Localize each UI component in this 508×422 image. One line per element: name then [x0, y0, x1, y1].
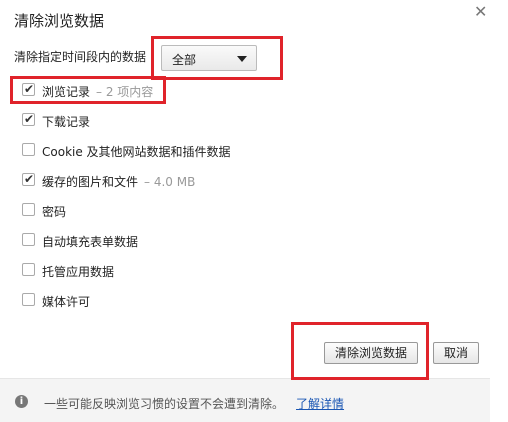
checkbox[interactable]: ✔ — [22, 112, 35, 126]
option-label: 自动填充表单数据 — [42, 235, 139, 249]
footer-notice-bar: i 一些可能反映浏览习惯的设置不会遭到清除。 了解详情 — [0, 378, 490, 422]
dialog-title: 清除浏览数据 — [14, 12, 105, 30]
checkmark-icon: ✔ — [24, 172, 35, 186]
checkbox[interactable] — [22, 233, 35, 246]
cancel-button[interactable]: 取消 — [433, 342, 479, 364]
highlight-box-time-range — [151, 36, 283, 80]
option-detail: – 4.0 MB — [144, 175, 196, 189]
option-label: Cookie 及其他网站数据和插件数据 — [42, 145, 231, 159]
checkbox[interactable] — [22, 293, 35, 306]
info-icon: i — [15, 395, 28, 408]
close-icon[interactable]: ✕ — [474, 4, 487, 20]
highlight-box-clear-button — [291, 322, 429, 380]
checkmark-icon: ✔ — [24, 112, 35, 126]
option-label: 密码 — [42, 205, 67, 219]
time-range-label: 清除指定时间段内的数据 — [14, 50, 147, 64]
highlight-box-browsing-history — [10, 76, 166, 104]
option-label: 媒体许可 — [42, 295, 91, 309]
checkbox[interactable] — [22, 263, 35, 276]
option-label: 托管应用数据 — [42, 265, 115, 279]
option-label: 缓存的图片和文件 — [42, 175, 139, 189]
checkbox[interactable]: ✔ — [22, 172, 35, 186]
option-label: 下载记录 — [42, 115, 91, 129]
footer-notice-text: 一些可能反映浏览习惯的设置不会遭到清除。 — [44, 397, 285, 411]
checkbox[interactable] — [22, 143, 35, 156]
checkbox[interactable] — [22, 203, 35, 216]
learn-more-link[interactable]: 了解详情 — [296, 397, 344, 411]
